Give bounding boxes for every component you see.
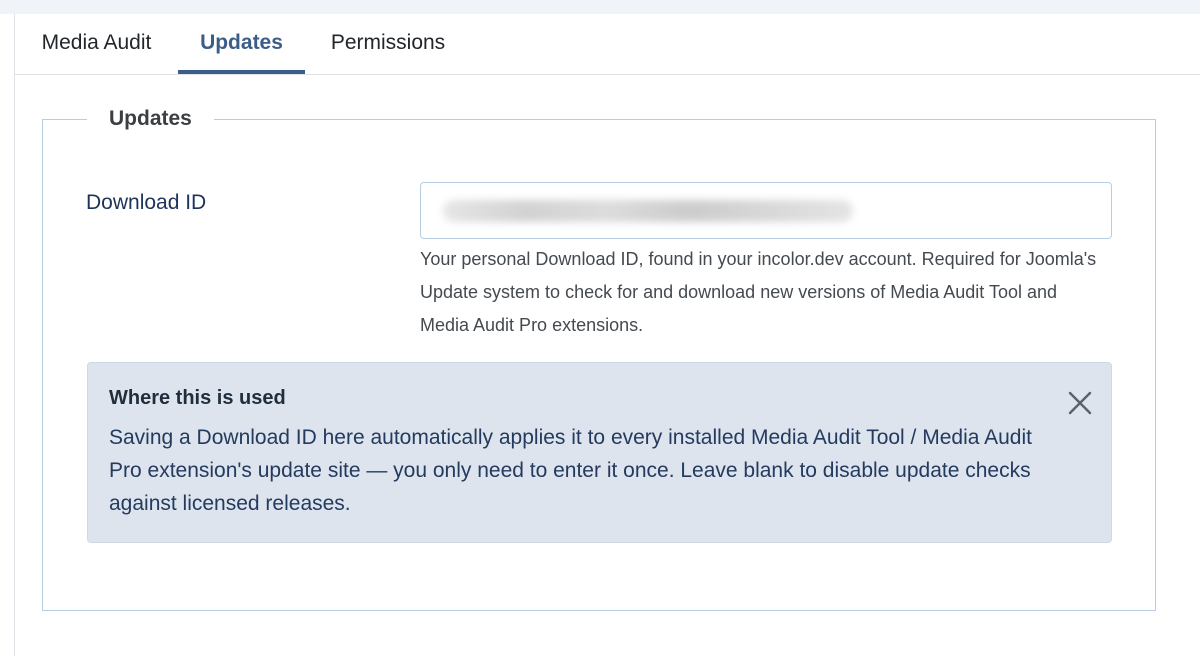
download-id-label: Download ID	[86, 191, 207, 214]
tab-media-audit[interactable]: Media Audit	[15, 14, 178, 74]
tab-bar: Media Audit Updates Permissions	[15, 14, 1200, 75]
info-alert: Where this is used Saving a Download ID …	[87, 362, 1112, 543]
tab-updates[interactable]: Updates	[178, 14, 305, 74]
download-id-help-text: Your personal Download ID, found in your…	[420, 249, 1097, 335]
fieldset-legend: Updates	[87, 102, 214, 136]
close-icon[interactable]	[1060, 383, 1100, 423]
top-bar	[0, 0, 1200, 14]
download-id-input[interactable]	[420, 182, 1112, 239]
obscured-value	[443, 200, 853, 222]
alert-text: Saving a Download ID here automatically …	[109, 426, 1032, 515]
tab-permissions[interactable]: Permissions	[305, 14, 471, 74]
alert-title: Where this is used	[109, 387, 286, 409]
